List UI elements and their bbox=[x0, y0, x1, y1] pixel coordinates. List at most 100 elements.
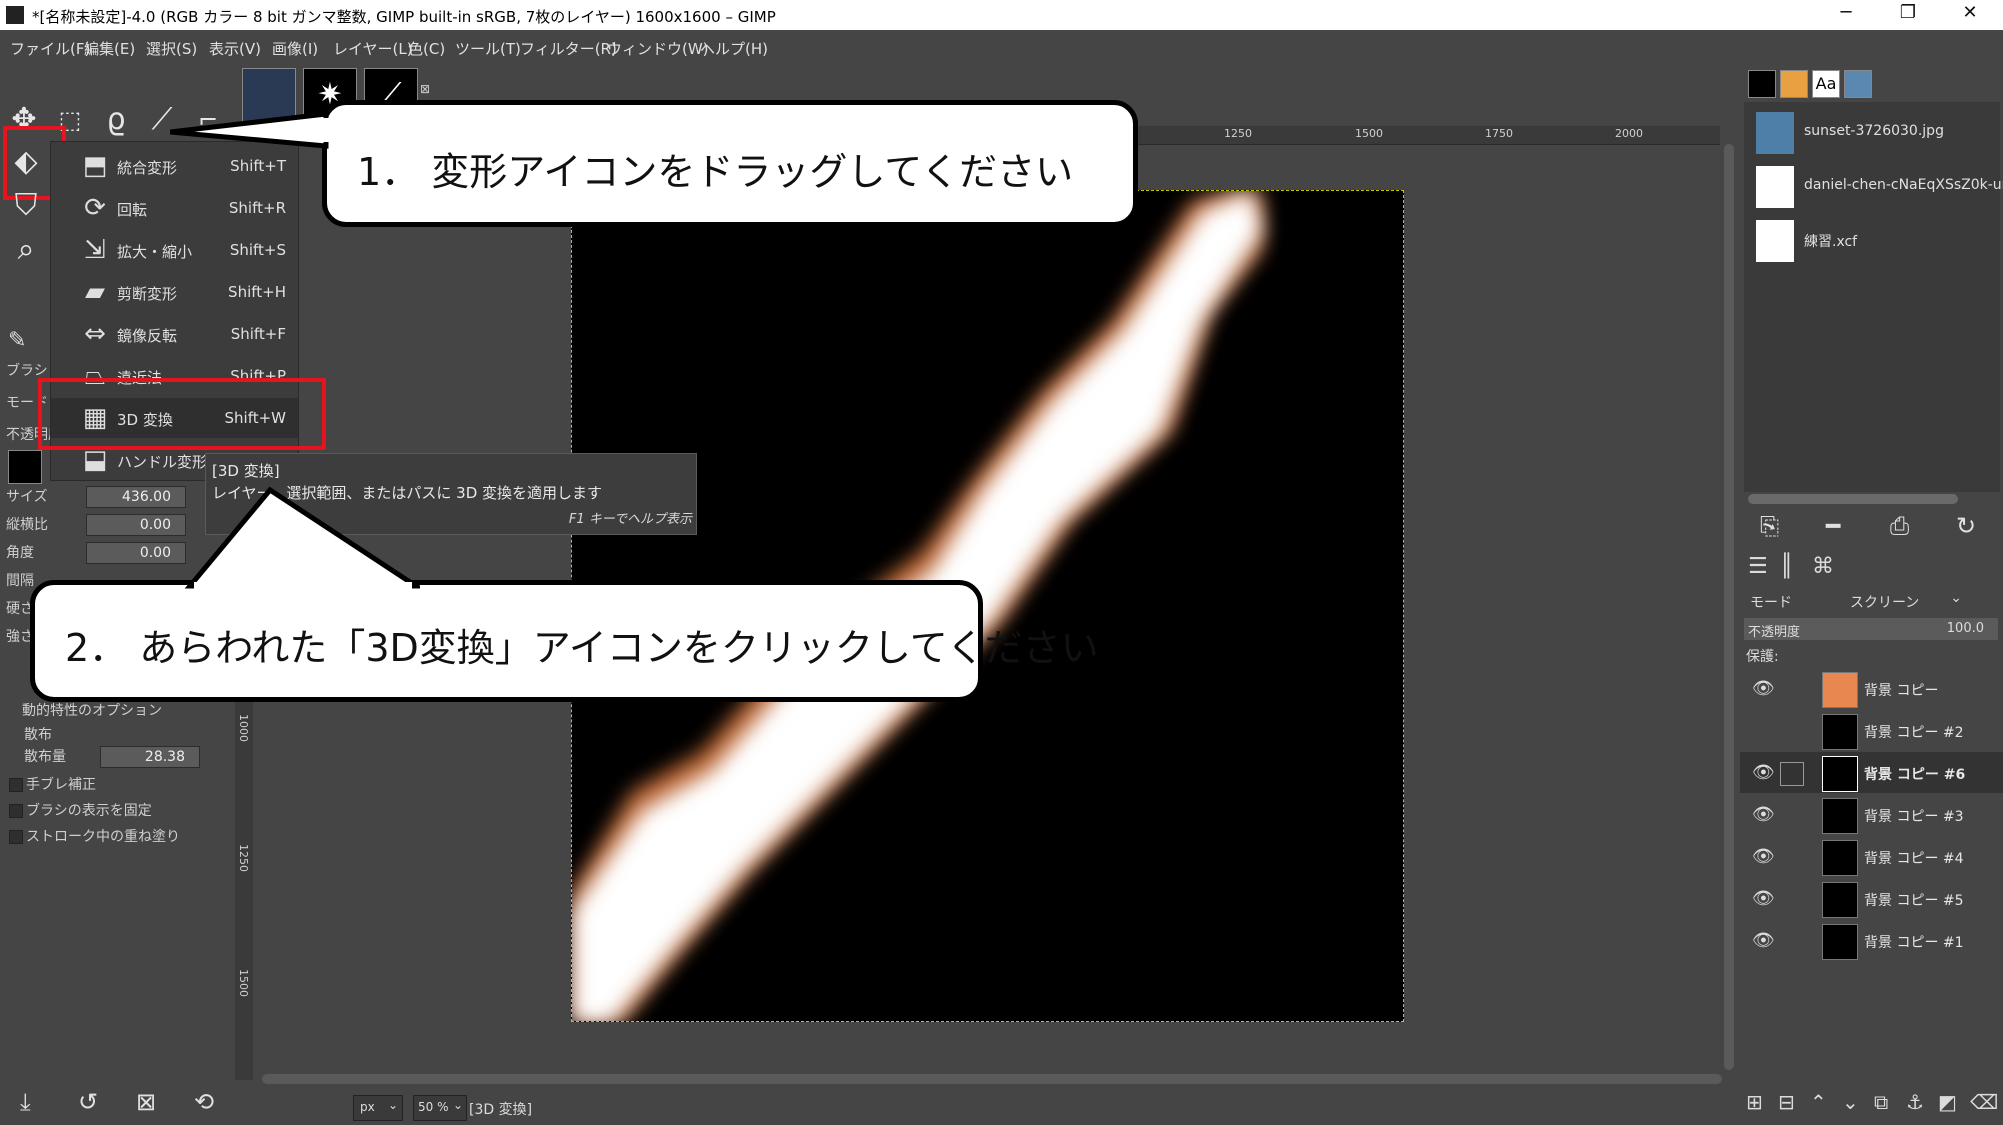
eye-icon[interactable]: 👁 bbox=[1752, 804, 1775, 825]
paintbrush-options-icon[interactable]: ✎ bbox=[8, 328, 26, 353]
gimp-logo-icon bbox=[6, 6, 24, 24]
aspect-input[interactable]: 0.00 bbox=[86, 514, 186, 536]
callout-step-1-text: 1． 変形アイコンをドラッグしてください bbox=[357, 150, 1074, 194]
restore-button[interactable]: ❐ bbox=[1888, 2, 1928, 23]
layer-thumbnail bbox=[1822, 714, 1858, 750]
anchor-layer-icon[interactable]: ⚓ bbox=[1906, 1090, 1924, 1114]
minimize-button[interactable]: ─ bbox=[1826, 2, 1866, 23]
layer-row[interactable]: 👁 背景 コピー #4 bbox=[1740, 836, 2003, 877]
images-hscroll[interactable] bbox=[1748, 494, 1958, 504]
eye-icon[interactable]: 👁 bbox=[1752, 678, 1775, 699]
ruler-label: 1250 bbox=[237, 844, 250, 872]
smooth-label: 手ブレ補正 bbox=[26, 777, 96, 793]
duplicate-layer-icon[interactable]: ⧉ bbox=[1874, 1090, 1888, 1114]
fonts-tab-icon[interactable]: Aa bbox=[1812, 70, 1840, 98]
layer-row-active[interactable]: 👁 背景 コピー #6 bbox=[1740, 752, 2003, 793]
layers-tab-icon[interactable]: ☰ bbox=[1748, 554, 1768, 579]
layer-row[interactable]: 背景 コピー #2 bbox=[1740, 710, 2003, 751]
menu-image[interactable]: 画像(I) bbox=[272, 38, 318, 59]
new-layer-icon[interactable]: ⊞ bbox=[1746, 1090, 1763, 1114]
menu-colors[interactable]: 色(C) bbox=[408, 38, 445, 59]
menu-file[interactable]: ファイル(F) bbox=[10, 38, 90, 59]
unit-select[interactable]: px ⌄ bbox=[353, 1095, 403, 1121]
image-item[interactable]: daniel-chen-cNaEqXSsZ0k-unsp bbox=[1756, 162, 2003, 212]
layer-row[interactable]: 👁 背景 コピー #5 bbox=[1740, 878, 2003, 919]
eye-icon[interactable]: 👁 bbox=[1752, 846, 1775, 867]
image-thumbnail bbox=[1756, 112, 1794, 154]
layer-row[interactable]: 👁 背景 コピー bbox=[1740, 668, 2003, 709]
delete-options-icon[interactable]: ⊠ bbox=[136, 1088, 156, 1116]
menu-item-flip[interactable]: ⇔ 鏡像反転 Shift+F bbox=[51, 314, 298, 354]
angle-input[interactable]: 0.00 bbox=[86, 542, 186, 564]
layers-buttons: ⊞ ⊟ ⌃ ⌄ ⧉ ⚓ ◩ ⌫ bbox=[1746, 1090, 2001, 1120]
horizontal-scrollbar[interactable] bbox=[262, 1074, 1722, 1084]
delete-layer-icon[interactable]: ⌫ bbox=[1970, 1090, 1998, 1114]
menu-item-rotate[interactable]: ⟳ 回転 Shift+R bbox=[51, 188, 298, 228]
new-group-icon[interactable]: ⊟ bbox=[1778, 1090, 1795, 1114]
eye-icon[interactable]: 👁 bbox=[1752, 888, 1775, 909]
brushes-tab-icon[interactable] bbox=[1748, 70, 1776, 98]
lasso-tool-icon[interactable]: ϱ bbox=[98, 102, 134, 138]
mask-layer-icon[interactable]: ◩ bbox=[1938, 1090, 1957, 1114]
eye-icon[interactable]: 👁 bbox=[1752, 762, 1775, 783]
menu-select[interactable]: 選択(S) bbox=[146, 38, 197, 59]
size-input[interactable]: 436.00 bbox=[86, 486, 186, 508]
gradients-tab-icon[interactable] bbox=[1780, 70, 1808, 98]
channels-tab-icon[interactable]: ║ bbox=[1780, 554, 1793, 579]
layers-mode-select[interactable]: スクリーン ⌄ bbox=[1846, 588, 1966, 612]
menu-layer[interactable]: レイヤー(L) bbox=[333, 38, 413, 59]
menu-tools[interactable]: ツール(T) bbox=[455, 38, 521, 59]
menu-filters[interactable]: フィルター(R) bbox=[520, 38, 617, 59]
menu-view[interactable]: 表示(V) bbox=[209, 38, 261, 59]
raise-layer-icon[interactable]: ⌃ bbox=[1810, 1090, 1827, 1114]
lock-brush-checkbox[interactable] bbox=[9, 804, 23, 818]
restore-options-icon[interactable]: ↺ bbox=[78, 1088, 98, 1116]
print-icon[interactable]: ⎙ bbox=[1890, 512, 1909, 540]
chain-toggle[interactable] bbox=[1780, 762, 1804, 786]
layer-row[interactable]: 👁 背景 コピー #3 bbox=[1740, 794, 2003, 835]
dynamics-options-label[interactable]: 動的特性のオプション bbox=[22, 700, 162, 720]
smooth-checkbox[interactable] bbox=[9, 778, 23, 792]
paths-tab-icon[interactable]: ⌘ bbox=[1812, 554, 1834, 579]
image-item[interactable]: sunset-3726030.jpg bbox=[1756, 108, 2003, 158]
lower-layer-icon[interactable]: ⌄ bbox=[1842, 1090, 1859, 1114]
layers-mode-label: モード bbox=[1750, 595, 1792, 611]
layer-thumbnail bbox=[1822, 882, 1858, 918]
scatter-amount-label: 散布量 bbox=[24, 749, 66, 765]
eye-icon[interactable]: 👁 bbox=[1752, 930, 1775, 951]
scatter-amount-input[interactable]: 28.38 bbox=[100, 746, 200, 768]
save-options-icon[interactable]: ⤓ bbox=[20, 1088, 31, 1116]
chevron-down-icon: ⌄ bbox=[387, 1098, 398, 1112]
menu-item-scale[interactable]: ⇲ 拡大・縮小 Shift+S bbox=[51, 230, 298, 270]
remove-image-icon[interactable]: ━ bbox=[1826, 512, 1840, 540]
title-bar: *[名称未設定]-4.0 (RGB カラー 8 bit ガンマ整数, GIMP … bbox=[0, 0, 2003, 30]
unified-transform-icon: ⬒ bbox=[82, 151, 108, 181]
layer-row[interactable]: 👁 背景 コピー #1 bbox=[1740, 920, 2003, 961]
menu-item-shear[interactable]: ▰ 剪断変形 Shift+H bbox=[51, 272, 298, 312]
ruler-label: 1000 bbox=[237, 714, 250, 742]
zoom-select[interactable]: 50 % ⌄ bbox=[413, 1095, 467, 1121]
zoom-tool-icon[interactable]: ⌕ bbox=[8, 232, 44, 268]
incremental-checkbox[interactable] bbox=[9, 830, 23, 844]
aspect-label: 縦横比 bbox=[6, 517, 48, 533]
layers-lock-label: 保護: bbox=[1746, 649, 1779, 665]
callout-1-pointer bbox=[170, 111, 330, 149]
vertical-scrollbar[interactable] bbox=[1724, 144, 1734, 1070]
lock-brush-label: ブラシの表示を固定 bbox=[26, 803, 152, 819]
menu-edit[interactable]: 編集(E) bbox=[84, 38, 135, 59]
brush-preview[interactable] bbox=[8, 450, 42, 484]
close-tab-icon[interactable]: ⊠ bbox=[420, 82, 430, 96]
ruler-label: 2000 bbox=[1615, 127, 1643, 140]
scatter-label[interactable]: 散布 bbox=[24, 724, 52, 744]
images-tab-icon[interactable] bbox=[1844, 70, 1872, 98]
close-button[interactable]: ✕ bbox=[1950, 2, 1990, 23]
open-image-icon[interactable]: ⎘ bbox=[1760, 512, 1779, 540]
menu-windows[interactable]: ウィンドウ(W) bbox=[607, 38, 709, 59]
image-item[interactable]: 練習.xcf bbox=[1756, 216, 2003, 266]
clone-tool-icon[interactable]: ⛉ bbox=[8, 188, 44, 224]
layers-opacity-input[interactable]: 不透明度 100.0 bbox=[1744, 618, 1998, 640]
refresh-icon[interactable]: ↻ bbox=[1956, 512, 1976, 540]
reset-options-icon[interactable]: ⟲ bbox=[194, 1088, 214, 1116]
menu-item-unified-transform[interactable]: ⬒ 統合変形 Shift+T bbox=[51, 146, 298, 186]
menu-help[interactable]: ヘルプ(H) bbox=[700, 38, 768, 59]
